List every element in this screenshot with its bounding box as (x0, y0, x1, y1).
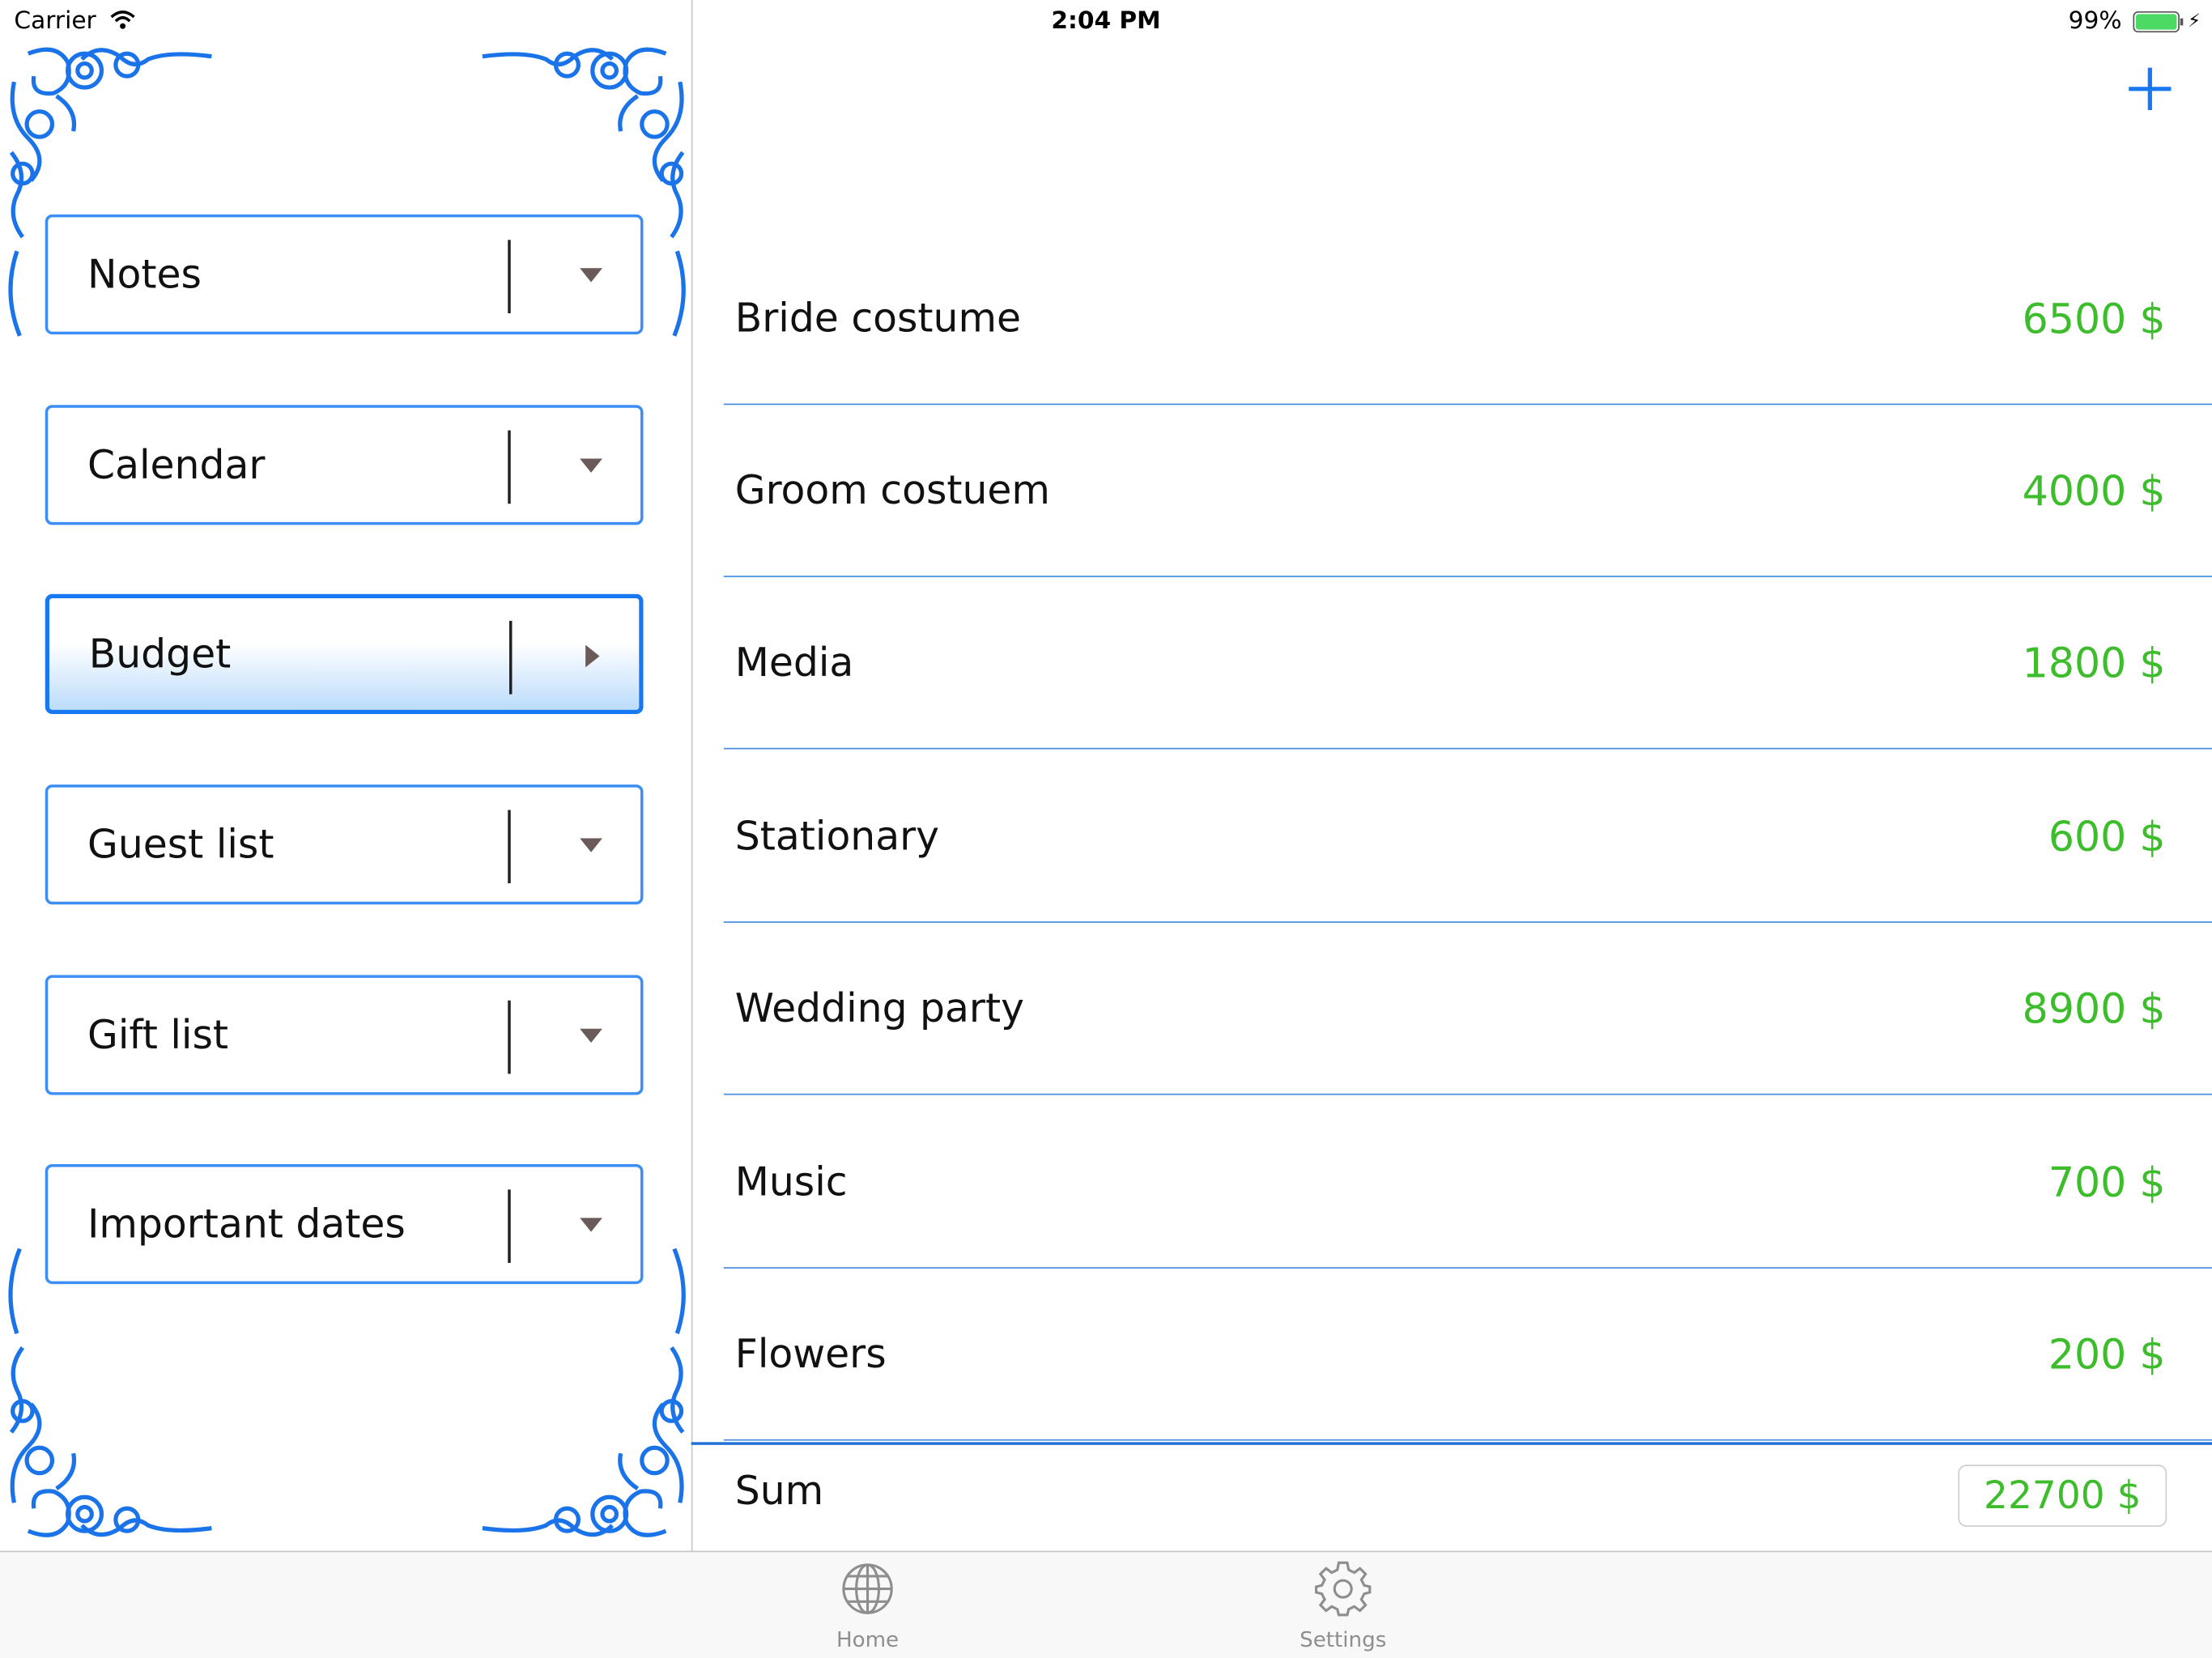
budget-item-value: 4000 $ (2022, 466, 2166, 515)
sidebar: Notes Calendar Budget Guest list Gift li… (0, 0, 693, 1553)
sidebar-item-guest-list[interactable]: Guest list (45, 784, 644, 905)
budget-item-name: Stationary (734, 812, 940, 860)
budget-item-value: 600 $ (2048, 812, 2166, 861)
sidebar-item-gift-list[interactable]: Gift list (45, 975, 644, 1095)
caret-right-icon (585, 644, 600, 668)
budget-row[interactable]: Stationary 600 $ (723, 750, 2212, 923)
tab-label: Home (836, 1626, 900, 1653)
caret-down-icon (580, 1028, 602, 1044)
budget-item-value: 700 $ (2048, 1158, 2166, 1206)
caret-down-icon (580, 458, 602, 473)
sidebar-item-label: Budget (88, 631, 232, 678)
divider (508, 1000, 511, 1074)
battery-icon (2133, 11, 2184, 33)
sidebar-item-budget[interactable]: Budget (45, 593, 644, 714)
sidebar-item-label: Guest list (87, 821, 274, 868)
budget-item-value: 6500 $ (2022, 294, 2166, 342)
plus-icon[interactable] (2123, 62, 2176, 116)
tab-bar: Home Settings (0, 1550, 2212, 1658)
budget-item-name: Groom costuem (734, 466, 1050, 514)
budget-row[interactable]: Music 700 $ (723, 1096, 2212, 1269)
budget-row[interactable]: Flowers 200 $ (723, 1269, 2212, 1441)
sidebar-item-label: Gift list (87, 1011, 229, 1059)
sum-divider (691, 1442, 2212, 1445)
sum-label: Sum (734, 1467, 824, 1515)
divider (508, 810, 511, 884)
divider (508, 430, 511, 504)
gear-icon (1315, 1561, 1372, 1617)
sidebar-item-calendar[interactable]: Calendar (45, 405, 644, 525)
budget-item-name: Media (734, 639, 854, 687)
divider (508, 620, 513, 695)
budget-item-name: Music (734, 1158, 848, 1205)
sum-value-field: 22700 $ (1958, 1465, 2167, 1527)
sidebar-item-notes[interactable]: Notes (45, 214, 644, 335)
tab-home[interactable]: Home (783, 1552, 952, 1658)
app-screen: Carrier 2:04 PM 99% ⚡ Notes Calendar Bud… (0, 0, 2212, 1658)
budget-item-name: Wedding party (734, 984, 1024, 1032)
budget-row[interactable]: Bride costume 6500 $ (723, 233, 2212, 406)
tab-settings[interactable]: Settings (1258, 1552, 1427, 1658)
globe-icon (842, 1563, 893, 1614)
budget-row[interactable]: Groom costuem 4000 $ (723, 405, 2212, 577)
divider (508, 240, 511, 313)
caret-down-icon (580, 268, 602, 283)
budget-item-value: 200 $ (2048, 1329, 2166, 1379)
sidebar-item-label: Important dates (87, 1201, 406, 1248)
tab-label: Settings (1300, 1626, 1387, 1653)
charging-bolt-icon: ⚡ (2188, 11, 2201, 33)
divider (508, 1189, 511, 1263)
caret-down-icon (580, 1218, 602, 1232)
budget-item-name: Bride costume (734, 295, 1022, 342)
budget-row[interactable]: Wedding party 8900 $ (723, 923, 2212, 1095)
caret-down-icon (580, 838, 602, 852)
budget-item-name: Flowers (734, 1330, 887, 1378)
sidebar-item-label: Notes (87, 251, 202, 298)
budget-row[interactable]: Media 1800 $ (723, 577, 2212, 750)
budget-item-value: 1800 $ (2022, 638, 2166, 687)
sidebar-item-important-dates[interactable]: Important dates (45, 1163, 644, 1285)
battery-percentage: 99% (2068, 6, 2122, 36)
sidebar-item-label: Calendar (87, 441, 266, 489)
budget-item-value: 8900 $ (2022, 984, 2166, 1032)
